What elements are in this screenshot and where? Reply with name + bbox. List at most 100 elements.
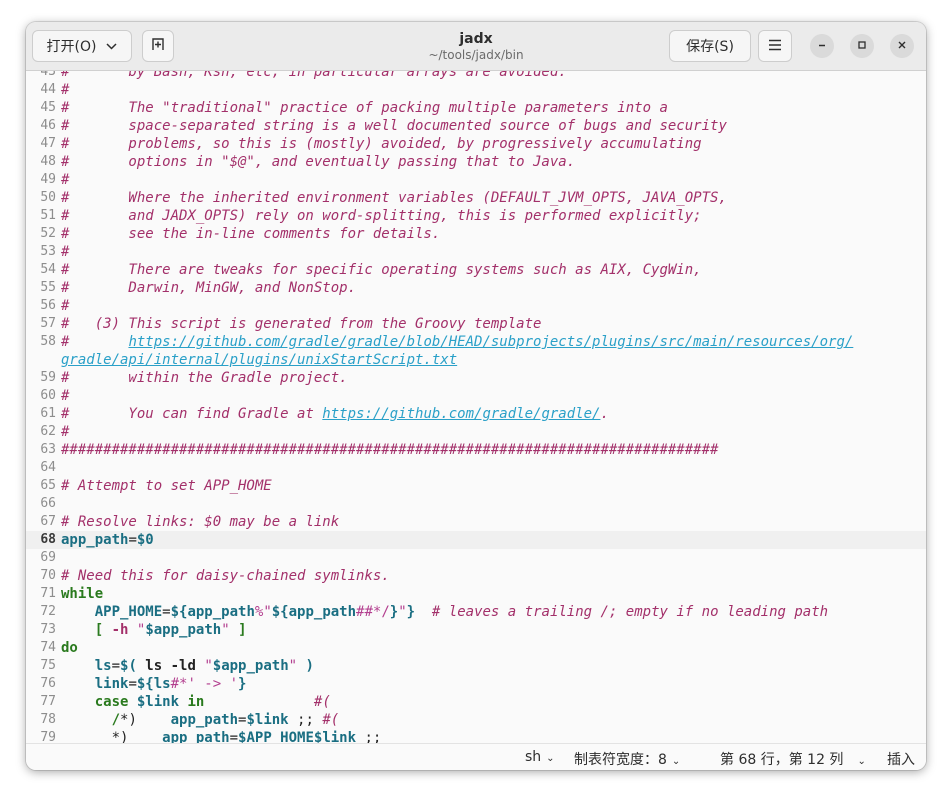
chevron-down-icon: ⌄ <box>546 753 555 764</box>
code-token: # Attempt to set APP_HOME <box>61 478 272 494</box>
code-token: ls <box>136 658 171 674</box>
line-code: # by Bash, Ksh, etc; in particular array… <box>61 71 567 81</box>
code-token: # see the in-line comments for details. <box>61 226 441 242</box>
code-line[interactable]: 71 while <box>26 585 926 603</box>
line-code: gradle/api/internal/plugins/unixStartScr… <box>61 351 457 369</box>
code-token: # and JADX_OPTS) rely on word-splitting,… <box>61 208 702 224</box>
code-line[interactable]: 77 case $link in #( <box>26 693 926 711</box>
code-token: # <box>61 388 70 404</box>
line-number: 72 <box>40 604 56 619</box>
code-link[interactable]: https://github.com/gradle/gradle/ <box>322 406 600 422</box>
code-lines: 43 # by Bash, Ksh, etc; in particular arr… <box>26 71 926 743</box>
code-token: $link <box>136 694 180 710</box>
status-bar: sh ⌄ 制表符宽度：8 ⌄ 第 68 行，第 12 列 ⌄ 插入 <box>26 743 926 770</box>
maximize-button[interactable] <box>850 34 874 58</box>
save-button[interactable]: 保存(S) <box>669 30 751 62</box>
code-line[interactable]: 43 # by Bash, Ksh, etc; in particular arr… <box>26 71 926 81</box>
line-number: 62 <box>40 424 56 439</box>
code-line[interactable]: 45 # The "traditional" practice of packin… <box>26 99 926 117</box>
line-code: # options in "$@", and eventually passin… <box>61 153 575 171</box>
new-tab-button[interactable] <box>142 30 174 62</box>
close-button[interactable] <box>890 34 914 58</box>
code-line[interactable]: 56 # <box>26 297 926 315</box>
code-token: " <box>398 604 407 620</box>
code-line[interactable]: 47 # problems, so this is (mostly) avoide… <box>26 135 926 153</box>
line-code: # (3) This script is generated from the … <box>61 315 541 333</box>
code-token: = <box>111 658 121 674</box>
line-code: while <box>61 585 103 603</box>
code-line[interactable]: 67 # Resolve links: $0 may be a link <box>26 513 926 531</box>
line-number: 49 <box>40 172 56 187</box>
code-token: = <box>229 730 239 743</box>
code-token: app_path <box>170 712 239 728</box>
code-line[interactable]: 49 # <box>26 171 926 189</box>
minimize-button[interactable] <box>810 34 834 58</box>
insert-mode-indicator[interactable]: 插入 <box>887 749 915 769</box>
line-code: app_path=$0 <box>61 531 154 549</box>
code-line[interactable]: 64 <box>26 459 926 477</box>
code-line[interactable]: 48 # options in "$@", and eventually pass… <box>26 153 926 171</box>
line-code: APP_HOME=${app_path%"${app_path##*/}"} #… <box>61 603 828 621</box>
code-line[interactable]: 59 # within the Gradle project. <box>26 369 926 387</box>
code-token: # <box>61 244 70 260</box>
code-line[interactable]: 74 do <box>26 639 926 657</box>
code-link[interactable]: https://github.com/gradle/gradle/blob/HE… <box>128 334 853 350</box>
code-token: } <box>238 676 247 692</box>
code-line[interactable]: 54 # There are tweaks for specific operat… <box>26 261 926 279</box>
code-line[interactable]: 53 # <box>26 243 926 261</box>
line-number: 67 <box>40 514 56 529</box>
code-line[interactable]: 72 APP_HOME=${app_path%"${app_path##*/}"… <box>26 603 926 621</box>
code-line[interactable]: 55 # Darwin, MinGW, and NonStop. <box>26 279 926 297</box>
code-link[interactable]: gradle/api/internal/plugins/unixStartScr… <box>61 352 457 368</box>
code-token: $( <box>120 658 137 674</box>
code-line[interactable]: 62 # <box>26 423 926 441</box>
code-line[interactable]: 61 # You can find Gradle at https://githu… <box>26 405 926 423</box>
code-token: $0 <box>136 532 154 548</box>
line-code: ########################################… <box>61 441 718 459</box>
code-line[interactable]: gradle/api/internal/plugins/unixStartScr… <box>26 351 926 369</box>
language-selector[interactable]: sh ⌄ <box>525 749 555 765</box>
header-bar: 打开(O) jadx ~/tools/jadx/bin 保存(S) <box>26 22 926 71</box>
code-line[interactable]: 58 # https://github.com/gradle/gradle/blo… <box>26 333 926 351</box>
new-tab-icon <box>151 37 165 55</box>
code-line[interactable]: 78 /*) app_path=$link ;; #( <box>26 711 926 729</box>
open-button[interactable]: 打开(O) <box>32 30 132 62</box>
line-code: # <box>61 243 69 261</box>
code-token: # Darwin, MinGW, and NonStop. <box>61 280 357 296</box>
code-token: do <box>61 640 78 656</box>
code-line[interactable]: 46 # space-separated string is a well doc… <box>26 117 926 135</box>
code-token: case <box>94 694 129 710</box>
main-menu-button[interactable] <box>758 30 792 62</box>
line-number: 45 <box>40 100 56 115</box>
code-line[interactable]: 63 ######################################… <box>26 441 926 459</box>
tab-width-selector[interactable]: 制表符宽度：8 ⌄ <box>574 749 680 769</box>
code-line[interactable]: 76 link=${ls#*' -> '} <box>26 675 926 693</box>
code-line[interactable]: 66 <box>26 495 926 513</box>
code-line[interactable]: 52 # see the in-line comments for details… <box>26 225 926 243</box>
code-editor[interactable]: 43 # by Bash, Ksh, etc; in particular arr… <box>26 71 926 743</box>
line-number: 60 <box>40 388 56 403</box>
code-line[interactable]: 79 *) app_path=$APP_HOME$link ;; <box>26 729 926 743</box>
code-line[interactable]: 50 # Where the inherited environment vari… <box>26 189 926 207</box>
line-number: 70 <box>40 568 56 583</box>
line-number: 74 <box>40 640 56 655</box>
code-line[interactable]: 51 # and JADX_OPTS) rely on word-splittin… <box>26 207 926 225</box>
code-line[interactable]: 44 # <box>26 81 926 99</box>
editor-window: 打开(O) jadx ~/tools/jadx/bin 保存(S) 43 # b… <box>26 22 926 770</box>
code-token: # There are tweaks for specific operatin… <box>61 262 702 278</box>
code-token: ########################################… <box>61 442 719 458</box>
code-line[interactable]: 65 # Attempt to set APP_HOME <box>26 477 926 495</box>
code-line[interactable]: 60 # <box>26 387 926 405</box>
code-line[interactable]: 68 app_path=$0 <box>26 531 926 549</box>
code-line[interactable]: 57 # (3) This script is generated from th… <box>26 315 926 333</box>
line-number: 63 <box>40 442 56 457</box>
code-token: # Need this for daisy-chained symlinks. <box>61 568 390 584</box>
code-line[interactable]: 69 <box>26 549 926 567</box>
cursor-position[interactable]: 第 68 行，第 12 列 ⌄ <box>720 749 866 769</box>
code-token: } <box>406 604 416 620</box>
code-line[interactable]: 70 # Need this for daisy-chained symlinks… <box>26 567 926 585</box>
code-line[interactable]: 75 ls=$( ls -ld "$app_path" ) <box>26 657 926 675</box>
code-line[interactable]: 73 [ -h "$app_path" ] <box>26 621 926 639</box>
